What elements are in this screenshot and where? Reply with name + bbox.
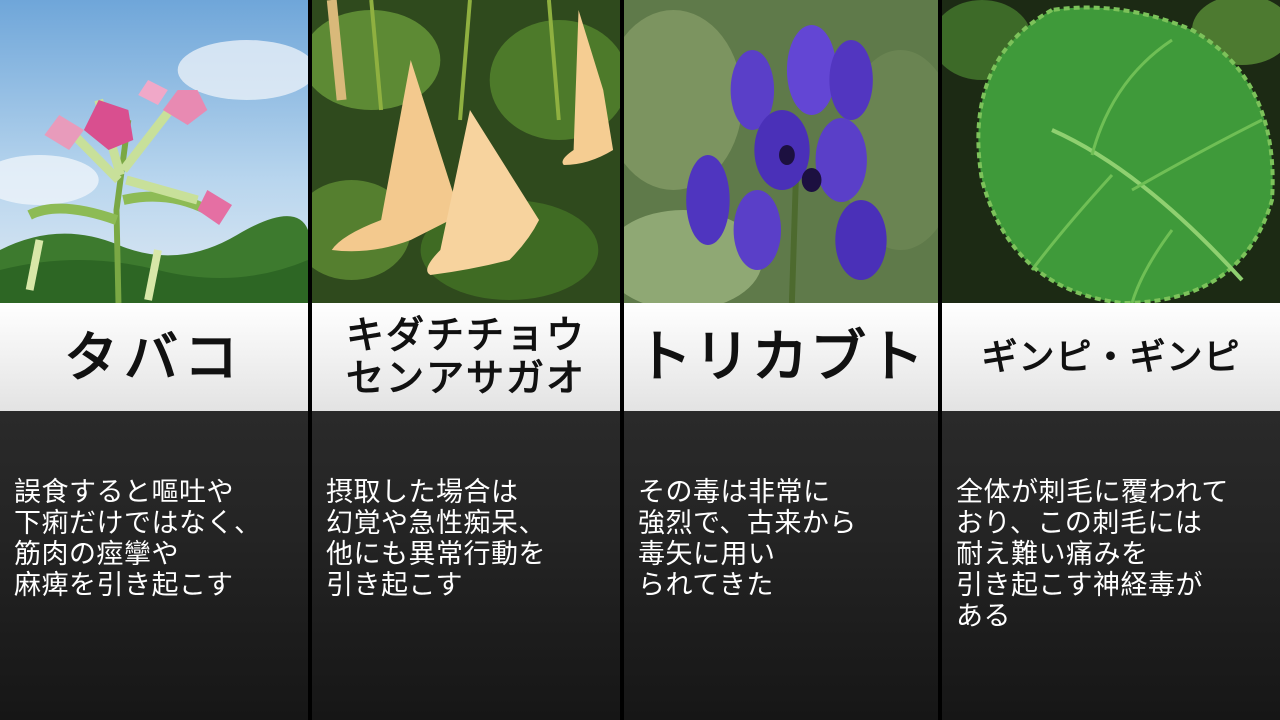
plant-description: 全体が刺毛に覆われて おり、この刺毛には 耐え難い痛みを 引き起こす神経毒が あ…: [942, 411, 1280, 720]
plant-name: トリカブト: [624, 303, 938, 411]
stinging-leaf-image: [942, 0, 1280, 303]
plant-card-row: タバコ 誤食すると嘔吐や 下痢だけではなく、 筋肉の痙攣や 麻痺を引き起こす キ…: [0, 0, 1280, 720]
aconite-flower-image: [624, 0, 938, 303]
plant-photo: [312, 0, 620, 303]
plant-card: トリカブト その毒は非常に 強烈で、古来から 毒矢に用い られてきた: [624, 0, 942, 720]
trumpet-flower-image: [312, 0, 620, 303]
plant-photo: [624, 0, 938, 303]
plant-name: ギンピ・ギンピ: [942, 303, 1280, 411]
plant-card: タバコ 誤食すると嘔吐や 下痢だけではなく、 筋肉の痙攣や 麻痺を引き起こす: [0, 0, 312, 720]
tobacco-flower-image: [0, 0, 308, 303]
plant-name: キダチチョウ センアサガオ: [312, 303, 620, 411]
plant-name: タバコ: [0, 303, 308, 411]
plant-card: キダチチョウ センアサガオ 摂取した場合は 幻覚や急性痴呆、 他にも異常行動を …: [312, 0, 624, 720]
plant-description: その毒は非常に 強烈で、古来から 毒矢に用い られてきた: [624, 411, 938, 720]
plant-description: 摂取した場合は 幻覚や急性痴呆、 他にも異常行動を 引き起こす: [312, 411, 620, 720]
plant-card: ギンピ・ギンピ 全体が刺毛に覆われて おり、この刺毛には 耐え難い痛みを 引き起…: [942, 0, 1280, 720]
plant-description: 誤食すると嘔吐や 下痢だけではなく、 筋肉の痙攣や 麻痺を引き起こす: [0, 411, 308, 720]
plant-photo: [942, 0, 1280, 303]
plant-photo: [0, 0, 308, 303]
